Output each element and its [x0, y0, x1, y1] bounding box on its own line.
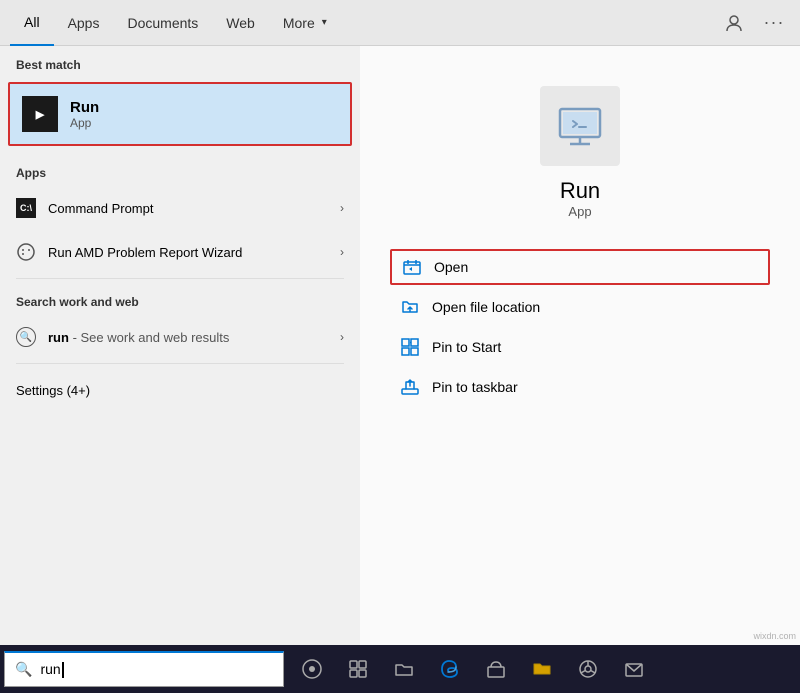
best-match-text: Run App: [70, 99, 99, 130]
arrow-icon-3: ›: [340, 330, 344, 344]
taskbar: 🔍 run: [0, 645, 800, 693]
pin-taskbar-icon: [400, 377, 420, 397]
mail-icon: [624, 659, 644, 679]
action-pin-taskbar-label: Pin to taskbar: [432, 379, 518, 395]
text-cursor: [62, 662, 64, 678]
action-open[interactable]: Open: [390, 249, 770, 285]
amd-icon: [16, 242, 36, 262]
action-pin-start[interactable]: Pin to Start: [390, 329, 770, 365]
arrow-icon-1: ›: [340, 201, 344, 215]
app-name-large: Run: [560, 178, 600, 204]
action-pin-taskbar[interactable]: Pin to taskbar: [390, 369, 770, 405]
tab-apps[interactable]: Apps: [54, 0, 114, 46]
file-manager-icon: [394, 659, 414, 679]
taskbar-search-icon: 🔍: [15, 661, 32, 678]
taskbar-search-box[interactable]: 🔍 run: [4, 651, 284, 687]
folder-icon: [532, 659, 552, 679]
action-file-location[interactable]: Open file location: [390, 289, 770, 325]
command-prompt-icon: C:\: [16, 198, 36, 218]
search-web-icon: 🔍: [16, 327, 36, 347]
list-item-amd[interactable]: Run AMD Problem Report Wizard ›: [0, 230, 360, 274]
action-list: Open Open file location: [390, 249, 770, 405]
pin-start-icon: [400, 337, 420, 357]
best-match-title: Run: [70, 99, 99, 116]
command-prompt-label: Command Prompt: [48, 201, 340, 216]
action-pin-start-label: Pin to Start: [432, 339, 501, 355]
person-icon: [725, 14, 743, 32]
folder-button[interactable]: [520, 647, 564, 691]
widgets-icon: [348, 659, 368, 679]
app-icon-large: [540, 86, 620, 166]
best-match-subtitle: App: [70, 116, 99, 130]
store-icon: [486, 659, 506, 679]
best-match-label: Best match: [0, 46, 360, 78]
chevron-down-icon: ▾: [322, 17, 327, 28]
tab-more[interactable]: More ▾: [269, 0, 341, 46]
app-type-large: App: [568, 204, 591, 219]
settings-item[interactable]: Settings (4+): [0, 368, 360, 412]
left-panel: Best match ▶ Run App Apps C:\ Command Pr…: [0, 46, 360, 693]
amd-label: Run AMD Problem Report Wizard: [48, 245, 340, 260]
action-open-label: Open: [434, 259, 468, 275]
divider-1: [16, 278, 344, 279]
edge-icon: [440, 659, 460, 679]
mail-button[interactable]: [612, 647, 656, 691]
run-icon-svg: [555, 101, 605, 151]
file-manager-button[interactable]: [382, 647, 426, 691]
arrow-icon-2: ›: [340, 245, 344, 259]
taskbar-search-text: run: [40, 661, 63, 678]
search-web-item[interactable]: 🔍 run - See work and web results ›: [0, 315, 360, 359]
search-web-text: run - See work and web results: [48, 330, 340, 345]
apps-section-label: Apps: [0, 154, 360, 186]
action-file-location-label: Open file location: [432, 299, 540, 315]
profile-button[interactable]: [718, 7, 750, 39]
chrome-icon: [578, 659, 598, 679]
tab-bar: All Apps Documents Web More ▾ ···: [0, 0, 800, 46]
open-icon: [402, 257, 422, 277]
more-options-button[interactable]: ···: [758, 7, 790, 39]
store-button[interactable]: [474, 647, 518, 691]
list-item-command-prompt[interactable]: C:\ Command Prompt ›: [0, 186, 360, 230]
widgets-button[interactable]: [336, 647, 380, 691]
run-app-icon: ▶: [22, 96, 58, 132]
content-area: Best match ▶ Run App Apps C:\ Command Pr…: [0, 46, 800, 693]
best-match-item[interactable]: ▶ Run App: [8, 82, 352, 146]
divider-2: [16, 363, 344, 364]
watermark: wixdn.com: [753, 631, 796, 641]
tab-documents[interactable]: Documents: [113, 0, 212, 46]
edge-button[interactable]: [428, 647, 472, 691]
ellipsis-icon: ···: [764, 12, 785, 33]
settings-label: Settings (4+): [16, 383, 344, 398]
task-view-button[interactable]: [290, 647, 334, 691]
task-view-icon: [302, 659, 322, 679]
search-web-label: Search work and web: [0, 283, 360, 315]
chrome-button[interactable]: [566, 647, 610, 691]
tab-web[interactable]: Web: [212, 0, 269, 46]
file-location-icon: [400, 297, 420, 317]
app-preview: Run App: [390, 86, 770, 219]
tab-all[interactable]: All: [10, 0, 54, 46]
right-panel: Run App Open: [360, 46, 800, 693]
search-panel: All Apps Documents Web More ▾ ···: [0, 0, 800, 693]
